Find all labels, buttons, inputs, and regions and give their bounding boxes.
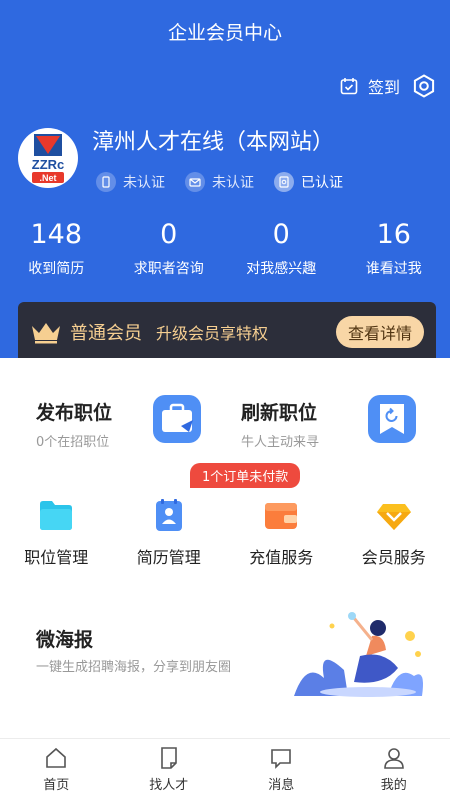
post-job-subtitle: 0个在招职位 — [36, 435, 110, 450]
resume-icon — [155, 499, 182, 531]
verification-badges: 未认证 未认证 已认证 — [96, 172, 363, 192]
logo-text-top: ZZRc — [32, 157, 65, 172]
home-icon — [46, 747, 67, 768]
phone-verification-status: 未认证 — [123, 175, 165, 191]
stat-who-viewed-me[interactable]: 16 谁看过我 — [338, 218, 450, 278]
message-icon — [271, 749, 292, 769]
stat-value: 0 — [272, 219, 290, 250]
tab-home[interactable]: 首页 — [0, 739, 113, 800]
company-logo[interactable]: ZZRc .Net — [18, 128, 78, 188]
company-name[interactable]: 漳州人才在线（本网站） — [92, 124, 334, 156]
main-content: 发布职位 0个在招职位 刷新职位 牛人主动来寻 1个订单未付款 职位管理 简历管… — [0, 358, 450, 738]
wallet-icon — [265, 503, 298, 529]
mail-icon — [185, 172, 205, 192]
refresh-job-card[interactable]: 刷新职位 牛人主动来寻 — [241, 398, 319, 450]
poster-illustration-icon[interactable] — [288, 606, 428, 698]
stat-interested-in-me[interactable]: 0 对我感兴趣 — [225, 218, 338, 278]
membership-upgrade-text: 升级会员享特权 — [156, 324, 269, 343]
service-grid: 职位管理 简历管理 充值服务 会员服务 — [0, 498, 450, 568]
stat-value: 16 — [376, 219, 411, 250]
resume-management-label: 简历管理 — [136, 548, 201, 567]
stats-row: 148 收到简历 0 求职者咨询 0 对我感兴趣 16 谁看过我 — [0, 218, 450, 278]
tab-profile[interactable]: 我的 — [338, 739, 450, 800]
license-icon — [274, 172, 294, 192]
stat-label: 求职者咨询 — [133, 261, 204, 277]
refresh-job-subtitle: 牛人主动来寻 — [241, 435, 320, 450]
settings-gear-icon[interactable] — [412, 74, 436, 98]
post-job-title: 发布职位 — [36, 402, 113, 424]
tab-find-talent-label: 找人才 — [149, 778, 189, 793]
tab-messages-label: 消息 — [268, 778, 295, 793]
signin-area: 签到 — [340, 74, 436, 98]
tab-profile-label: 我的 — [380, 778, 407, 793]
zzrc-logo-icon: ZZRc .Net — [32, 134, 65, 183]
job-management-item[interactable]: 职位管理 — [0, 498, 113, 568]
stat-label: 收到简历 — [28, 261, 85, 277]
crown-icon — [32, 323, 60, 344]
email-verification[interactable]: 未认证 — [185, 172, 254, 192]
tab-find-talent[interactable]: 找人才 — [113, 739, 226, 800]
unpaid-order-badge[interactable]: 1个订单未付款 — [190, 463, 301, 488]
stat-label: 对我感兴趣 — [246, 261, 317, 277]
view-details-button[interactable]: 查看详情 — [335, 316, 424, 348]
phone-verification[interactable]: 未认证 — [96, 172, 165, 192]
find-talent-icon — [160, 747, 177, 769]
stat-value: 0 — [160, 219, 178, 250]
tab-home-label: 首页 — [43, 778, 70, 793]
member-service-item[interactable]: 会员服务 — [338, 498, 450, 568]
calendar-check-icon[interactable] — [340, 77, 358, 95]
post-job-card[interactable]: 发布职位 0个在招职位 — [36, 398, 112, 450]
resume-management-item[interactable]: 简历管理 — [113, 498, 226, 568]
profile-icon — [383, 748, 404, 769]
stat-value: 148 — [30, 219, 83, 250]
refresh-icon[interactable] — [368, 395, 416, 443]
bottom-tab-bar: 首页 找人才 消息 我的 — [0, 738, 450, 800]
phone-icon — [96, 172, 116, 192]
diamond-icon — [376, 504, 411, 530]
tab-messages[interactable]: 消息 — [225, 739, 338, 800]
page-title: 企业会员中心 — [167, 22, 282, 44]
stat-label: 谁看过我 — [365, 261, 422, 277]
job-management-label: 职位管理 — [24, 548, 89, 567]
logo-text-bottom: .Net — [39, 173, 56, 183]
member-service-label: 会员服务 — [361, 548, 426, 567]
signin-button[interactable]: 签到 — [368, 74, 400, 98]
briefcase-icon[interactable] — [153, 395, 201, 443]
stat-seeker-inquiries[interactable]: 0 求职者咨询 — [113, 218, 226, 278]
membership-level: 普通会员 — [70, 323, 142, 344]
email-verification-status: 未认证 — [212, 175, 254, 191]
folder-icon — [40, 501, 73, 530]
license-verification[interactable]: 已认证 — [274, 172, 343, 192]
recharge-service-item[interactable]: 充值服务 — [225, 498, 338, 568]
micro-poster-title[interactable]: 微海报 — [36, 625, 93, 652]
refresh-job-title: 刷新职位 — [241, 402, 318, 424]
stat-received-resumes[interactable]: 148 收到简历 — [0, 218, 113, 278]
recharge-service-label: 充值服务 — [249, 548, 314, 567]
license-verification-status: 已认证 — [301, 175, 343, 191]
micro-poster-subtitle: 一键生成招聘海报，分享到朋友圈 — [36, 660, 232, 675]
membership-banner: 普通会员 升级会员享特权 查看详情 — [18, 302, 436, 362]
